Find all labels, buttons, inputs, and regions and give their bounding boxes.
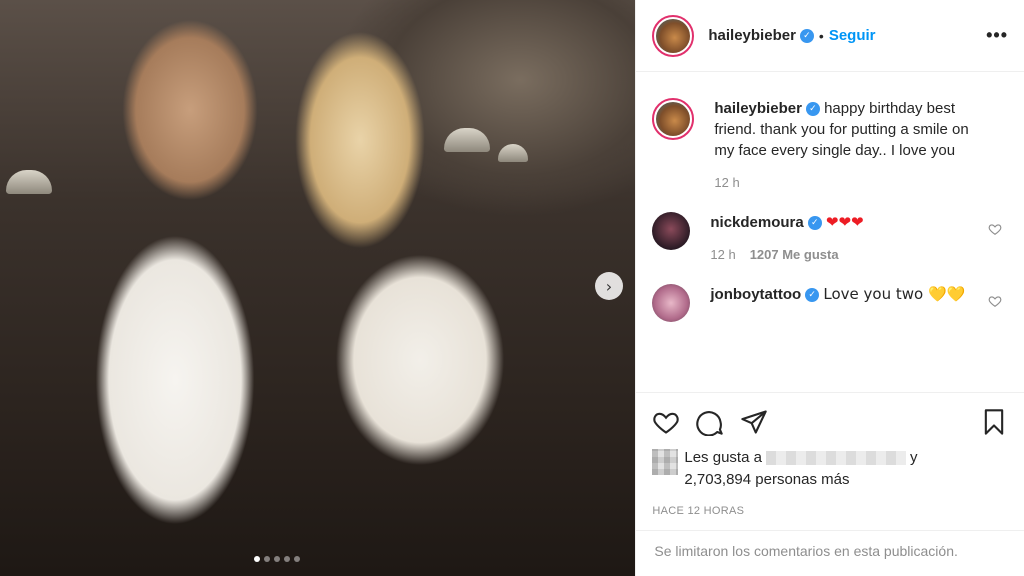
more-options-icon[interactable]: ••• [986,25,1008,46]
comment-meta: 12 h 1207 Me gusta [710,247,980,262]
caption: haileybieber ✓ happy birthday best friend… [652,98,1008,190]
instagram-post-view: › haileybieber ✓ • Seguir ••• haileybieb… [0,0,1024,576]
bookmark-icon[interactable] [980,408,1008,436]
post-timestamp[interactable]: HACE 12 HORAS [652,505,1008,517]
commenter-username[interactable]: nickdemoura [710,214,803,231]
chevron-right-icon: › [605,276,613,296]
paper-plane-icon[interactable] [740,408,768,436]
carousel-next-button[interactable]: › [595,272,623,300]
blurred-liker-name [765,451,906,466]
comment-item: jonboytattoo ✓ Love you two 💛💛 [652,284,1008,322]
caption-avatar[interactable] [652,98,695,140]
likes-prefix: Les gusta a [684,449,762,466]
commenter-avatar[interactable] [652,284,691,322]
commenter-avatar[interactable] [652,212,691,250]
like-comment-heart-icon[interactable] [988,222,1002,236]
caption-time[interactable]: 12 h [714,175,984,190]
likes-suffix: y [909,449,918,466]
caption-text-block: haileybieber ✓ happy birthday best friend… [714,98,984,161]
liker-avatar[interactable] [652,449,679,475]
verified-badge-icon: ✓ [805,288,820,303]
commenter-username[interactable]: jonboytattoo [710,286,801,303]
post-header: haileybieber ✓ • Seguir ••• [636,0,1024,72]
background-lamp [6,170,52,194]
verified-badge-icon: ✓ [805,102,820,117]
comment-text: ❤❤❤ [825,213,864,231]
comments-limited-notice: Se limitaron los comentarios en esta pub… [636,530,1024,571]
post-side-panel: haileybieber ✓ • Seguir ••• haileybieber… [635,0,1024,576]
comment-text: Love you two 💛💛 [823,285,966,303]
carousel-dot [284,556,290,562]
comment-time[interactable]: 12 h [710,247,735,262]
heart-icon[interactable] [652,408,680,436]
follow-button[interactable]: Seguir [829,27,876,44]
verified-badge-icon: ✓ [807,216,822,231]
author-avatar[interactable] [652,14,695,57]
header-separator: • [818,27,824,44]
comment-text-block: nickdemoura ✓ ❤❤❤ [710,212,980,233]
post-actions: Les gusta a y 2,703,894 personas más HACE… [636,392,1024,517]
comment-likes[interactable]: 1207 Me gusta [750,247,839,262]
carousel-dot [264,556,270,562]
carousel-dot [274,556,280,562]
background-lamp [498,144,528,162]
background-lamp [444,128,490,152]
like-comment-heart-icon[interactable] [988,294,1002,308]
comments-list: haileybieber ✓ happy birthday best friend… [636,72,1024,322]
verified-badge-icon: ✓ [799,28,814,43]
likes-summary: Les gusta a y 2,703,894 personas más [652,447,1008,491]
action-icons [652,405,1008,439]
likes-count[interactable]: 2,703,894 personas más [684,471,849,488]
comment-item: nickdemoura ✓ ❤❤❤ 12 h 1207 Me gusta [652,212,1008,262]
post-photo[interactable]: › [0,0,636,576]
comment-text-block: jonboytattoo ✓ Love you two 💛💛 [710,284,980,305]
carousel-dot [254,556,260,562]
caption-username[interactable]: haileybieber [714,100,802,117]
carousel-dot [294,556,300,562]
carousel-indicator [254,556,300,562]
comment-bubble-icon[interactable] [696,408,724,436]
author-username[interactable]: haileybieber [708,27,796,44]
